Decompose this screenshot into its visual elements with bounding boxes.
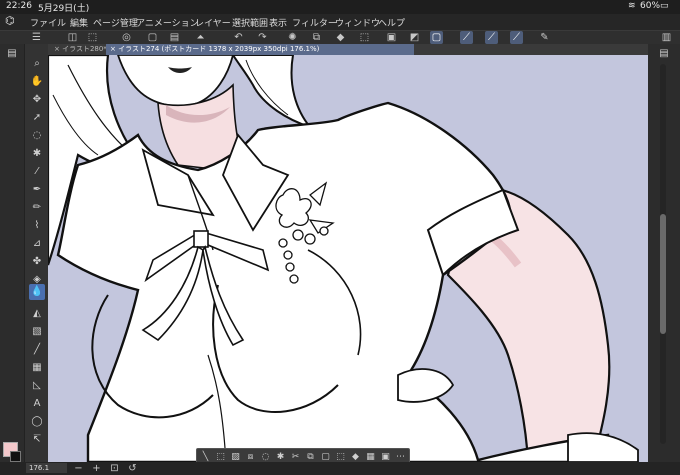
layer-icon[interactable]: ▣	[385, 31, 398, 44]
app-logo-icon[interactable]: ⌬	[5, 14, 15, 27]
tab-illust-274[interactable]: × イラスト274 (ポストカード 1378 x 2039px 350dpi 1…	[106, 44, 414, 55]
rotate-icon[interactable]: ↺	[126, 462, 139, 475]
blend-icon[interactable]: 💧	[29, 284, 45, 300]
layer-icon[interactable]: ◩	[408, 31, 421, 44]
vertical-scrollbar-thumb[interactable]	[660, 214, 666, 334]
line-correct-icon[interactable]: ↸	[29, 432, 45, 448]
fill-bucket-icon[interactable]: ◭	[29, 306, 45, 322]
menu-bar: ⌬ ファイル 編集 ページ管理 アニメーション レイヤー 選択範囲 表示 フィル…	[0, 14, 680, 30]
fill-icon[interactable]: ◆	[334, 31, 347, 44]
magnifier-icon[interactable]: ⌕	[29, 56, 45, 72]
menu-window[interactable]: ウィンドウ	[335, 16, 380, 29]
decoration-icon[interactable]: ✤	[29, 254, 45, 270]
drawing-canvas[interactable]	[48, 55, 648, 462]
tab-illust-280[interactable]: × イラスト280*	[50, 44, 110, 55]
zoom-in-icon[interactable]: +	[90, 462, 103, 475]
ruler-icon[interactable]: ⟋	[510, 31, 523, 44]
airbrush-icon[interactable]: ⊿	[29, 236, 45, 252]
select-icon[interactable]: ⬚	[358, 31, 371, 44]
menu-view[interactable]: 表示	[269, 16, 287, 29]
battery-icon: ▭	[660, 1, 669, 11]
eyedropper-icon[interactable]: ⁄	[29, 164, 45, 180]
menu-filter[interactable]: フィルター	[292, 16, 337, 29]
panel-toggle-icon[interactable]: ▤	[4, 46, 20, 62]
panel-toggle-icon[interactable]: ▤	[656, 46, 672, 62]
undo-icon[interactable]: ↶	[232, 31, 245, 44]
menu-help[interactable]: ヘルプ	[378, 16, 405, 29]
zoom-field[interactable]: 176.1	[26, 463, 67, 473]
edit-icon[interactable]: ✎	[538, 31, 551, 44]
menu-page[interactable]: ページ管理	[93, 16, 138, 29]
wifi-icon: ≋	[628, 1, 636, 11]
wand-icon[interactable]: ✱	[29, 146, 45, 162]
save-icon[interactable]: ⏶	[194, 31, 207, 44]
hand-icon[interactable]: ✋	[29, 74, 45, 90]
panel-toggle-icon[interactable]: ▥	[660, 31, 673, 44]
redo-icon[interactable]: ↷	[256, 31, 269, 44]
pencil-icon[interactable]: ✏	[29, 200, 45, 216]
status-date: 5月29日(土)	[38, 4, 90, 14]
pen-icon[interactable]: ✒	[29, 182, 45, 198]
frame-icon[interactable]: ▦	[29, 360, 45, 376]
ruler-icon[interactable]: ⟋	[460, 31, 473, 44]
sub-color-swatch[interactable]	[10, 451, 21, 462]
object-icon[interactable]: ➚	[29, 110, 45, 126]
zoom-out-icon[interactable]: −	[72, 462, 85, 475]
ruler-icon[interactable]: ⟋	[485, 31, 498, 44]
ruler-icon[interactable]: ◺	[29, 378, 45, 394]
transform-icon[interactable]: ⧉	[310, 31, 323, 44]
new-icon[interactable]: ◫	[66, 31, 79, 44]
menu-edit[interactable]: 編集	[70, 16, 88, 29]
menu-layer[interactable]: レイヤー	[195, 16, 231, 29]
fit-icon[interactable]: ⊡	[108, 462, 121, 475]
document-tabs: × イラスト280* × イラスト274 (ポストカード 1378 x 2039…	[48, 44, 648, 55]
tool-palette: ⌕ ✋ ✥ ➚ ◌ ✱ ⁄ ✒ ✏ ⌇ ⊿ ✤ ◈ 💧 ◭ ▧ ╱ ▦ ◺ A …	[24, 44, 49, 464]
menu-file[interactable]: ファイル	[30, 16, 66, 29]
battery-text: 60%	[640, 1, 661, 11]
right-dock: ▤	[648, 44, 680, 475]
balloon-icon[interactable]: ◯	[29, 414, 45, 430]
save-icon[interactable]: ⬚	[86, 31, 99, 44]
menu-selection[interactable]: 選択範囲	[232, 16, 268, 29]
open-icon[interactable]: ▤	[168, 31, 181, 44]
status-time: 22:26	[6, 1, 32, 11]
snap-icon[interactable]: ▢	[430, 31, 443, 44]
clear-icon[interactable]: ✺	[286, 31, 299, 44]
bottom-bar: 176.1 − + ⊡ ↺	[0, 462, 680, 475]
lasso-icon[interactable]: ◌	[29, 128, 45, 144]
new-icon[interactable]: ▢	[146, 31, 159, 44]
move-icon[interactable]: ✥	[29, 92, 45, 108]
left-dock: ▤ ▸	[0, 44, 24, 464]
figure-icon[interactable]: ╱	[29, 342, 45, 358]
open-icon[interactable]: ◎	[120, 31, 133, 44]
status-bar: 22:26 5月29日(土) ≋ 60% ▭	[0, 0, 680, 14]
menu-animation[interactable]: アニメーション	[136, 16, 199, 29]
menu-icon[interactable]: ☰	[30, 31, 43, 44]
gradient-icon[interactable]: ▧	[29, 324, 45, 340]
illustration	[48, 55, 648, 462]
text-icon[interactable]: A	[29, 396, 45, 412]
brush-icon[interactable]: ⌇	[29, 218, 45, 234]
